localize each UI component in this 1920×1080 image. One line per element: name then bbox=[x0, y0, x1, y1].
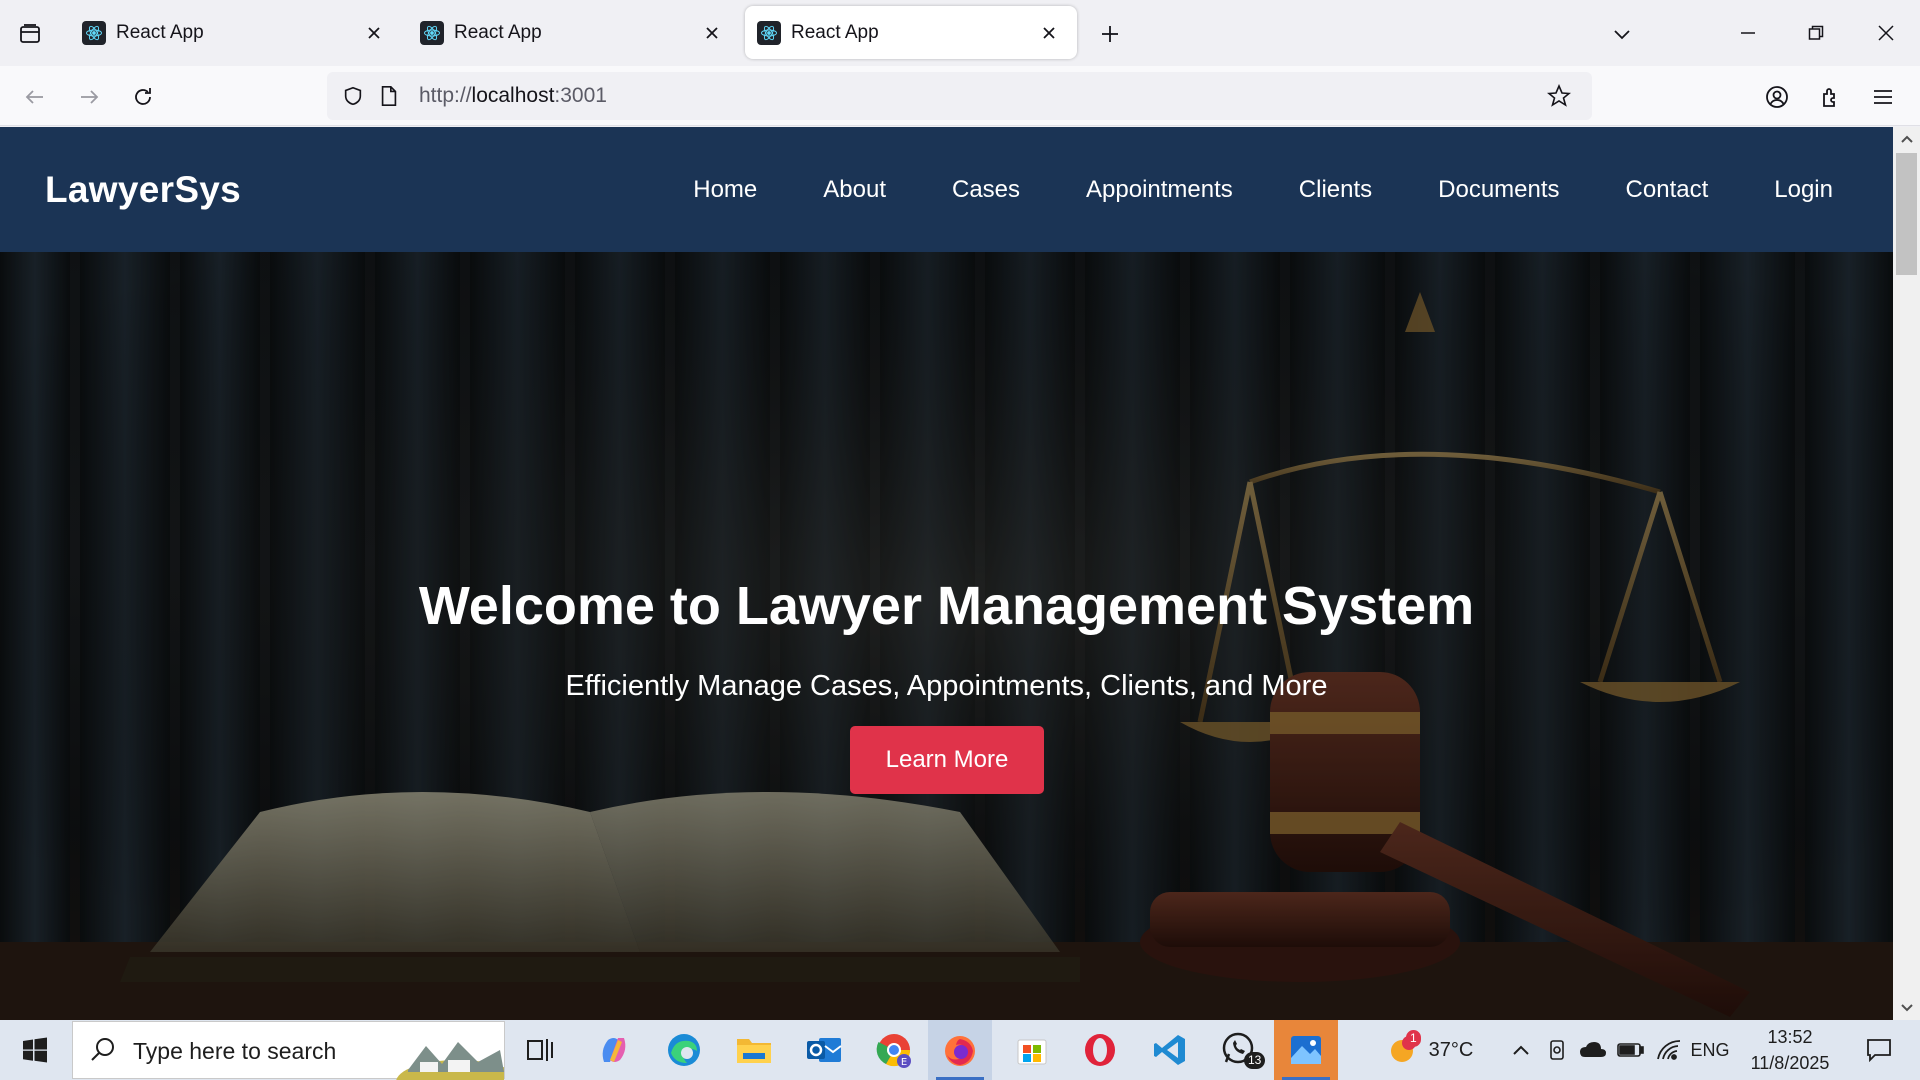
chrome-icon[interactable]: E bbox=[862, 1020, 926, 1080]
menu-item-contact[interactable]: Contact bbox=[1626, 176, 1709, 204]
hero-section: Welcome to Lawyer Management System Effi… bbox=[0, 252, 1893, 1020]
weather-temp: 37°C bbox=[1428, 1038, 1474, 1061]
close-icon[interactable] bbox=[698, 19, 726, 47]
clock-time: 13:52 bbox=[1767, 1027, 1813, 1047]
scroll-down-arrow-icon[interactable] bbox=[1893, 996, 1920, 1020]
photos-app-icon[interactable] bbox=[1274, 1020, 1338, 1080]
whatsapp-icon[interactable]: 13 bbox=[1208, 1020, 1272, 1080]
search-icon bbox=[89, 1036, 119, 1066]
vertical-scrollbar[interactable] bbox=[1893, 127, 1920, 1020]
hero-title: Welcome to Lawyer Management System bbox=[418, 576, 1475, 636]
menu-item-about[interactable]: About bbox=[823, 176, 886, 204]
taskbar-search-input[interactable]: Type here to search bbox=[72, 1021, 505, 1080]
windows-taskbar: Type here to search E 13 1 37°C ENG 13:5… bbox=[0, 1020, 1920, 1080]
forward-arrow-icon[interactable] bbox=[70, 78, 108, 116]
menu-item-appointments[interactable]: Appointments bbox=[1086, 176, 1233, 204]
copilot-icon[interactable] bbox=[582, 1020, 646, 1080]
react-icon bbox=[82, 20, 106, 45]
menu-item-login[interactable]: Login bbox=[1774, 176, 1833, 204]
file-explorer-icon[interactable] bbox=[722, 1020, 786, 1080]
close-icon[interactable] bbox=[360, 19, 388, 47]
chevron-up-icon[interactable] bbox=[1506, 1020, 1536, 1080]
windows-start-icon[interactable] bbox=[0, 1020, 70, 1080]
restore-icon[interactable] bbox=[1788, 10, 1844, 56]
microsoft-store-icon[interactable] bbox=[1000, 1020, 1064, 1080]
back-arrow-icon[interactable] bbox=[16, 78, 54, 116]
tab-list-icon[interactable] bbox=[12, 16, 48, 52]
browser-tab[interactable]: React App bbox=[408, 6, 740, 59]
page-icon[interactable] bbox=[375, 82, 403, 110]
site-menu: Home About Cases Appointments Clients Do… bbox=[627, 127, 1833, 252]
browser-toolbar: http://localhost:3001 bbox=[0, 66, 1920, 126]
react-icon bbox=[420, 20, 444, 45]
search-placeholder: Type here to search bbox=[133, 1038, 337, 1064]
tab-title: React App bbox=[116, 21, 204, 43]
learn-more-button[interactable]: Learn More bbox=[850, 726, 1044, 794]
taskbar-clock[interactable]: 13:52 11/8/2025 bbox=[1740, 1024, 1840, 1076]
site-header: LawyerSys Home About Cases Appointments … bbox=[0, 127, 1893, 252]
close-icon[interactable] bbox=[1035, 19, 1063, 47]
menu-item-cases[interactable]: Cases bbox=[952, 176, 1020, 204]
weather-badge: 1 bbox=[1406, 1030, 1421, 1047]
vscode-icon[interactable] bbox=[1138, 1020, 1202, 1080]
language-indicator[interactable]: ENG bbox=[1688, 1020, 1732, 1080]
opera-icon[interactable] bbox=[1068, 1020, 1132, 1080]
meet-now-icon[interactable] bbox=[1542, 1020, 1572, 1080]
battery-icon[interactable] bbox=[1614, 1020, 1648, 1080]
svg-text:E: E bbox=[901, 1057, 907, 1068]
task-view-icon[interactable] bbox=[508, 1020, 572, 1080]
scroll-up-arrow-icon[interactable] bbox=[1893, 127, 1920, 151]
tab-strip: React App React App React App bbox=[0, 0, 1920, 66]
shield-icon[interactable] bbox=[339, 82, 367, 110]
window-close-icon[interactable] bbox=[1858, 10, 1914, 56]
onedrive-cloud-icon[interactable] bbox=[1576, 1020, 1610, 1080]
hero-subtitle: Efficiently Manage Cases, Appointments, … bbox=[565, 670, 1328, 702]
site-logo[interactable]: LawyerSys bbox=[45, 127, 241, 252]
menu-item-clients[interactable]: Clients bbox=[1299, 176, 1372, 204]
page-viewport: LawyerSys Home About Cases Appointments … bbox=[0, 127, 1893, 1020]
clock-date: 11/8/2025 bbox=[1750, 1053, 1830, 1073]
search-highlight-illustration-icon bbox=[396, 1042, 504, 1080]
tab-title: React App bbox=[454, 21, 542, 43]
notifications-icon[interactable] bbox=[1854, 1020, 1904, 1080]
react-icon bbox=[757, 20, 781, 45]
bookmark-star-icon[interactable] bbox=[1545, 82, 1573, 110]
browser-tab-active[interactable]: React App bbox=[745, 6, 1077, 59]
tab-title: React App bbox=[791, 21, 879, 43]
outlook-icon[interactable] bbox=[792, 1020, 856, 1080]
reload-icon[interactable] bbox=[124, 78, 162, 116]
scroll-thumb[interactable] bbox=[1896, 153, 1917, 275]
account-icon[interactable] bbox=[1758, 78, 1796, 116]
edge-browser-icon[interactable] bbox=[652, 1020, 716, 1080]
minimize-icon[interactable] bbox=[1720, 10, 1776, 56]
wifi-icon[interactable] bbox=[1652, 1020, 1686, 1080]
url-text[interactable]: http://localhost:3001 bbox=[419, 72, 607, 120]
extensions-icon[interactable] bbox=[1812, 78, 1850, 116]
menu-item-home[interactable]: Home bbox=[693, 176, 757, 204]
new-tab-plus-icon[interactable] bbox=[1092, 16, 1128, 52]
whatsapp-badge: 13 bbox=[1244, 1052, 1266, 1069]
firefox-icon[interactable] bbox=[928, 1020, 992, 1080]
browser-tab[interactable]: React App bbox=[70, 6, 402, 59]
weather-widget[interactable]: 1 37°C bbox=[1380, 1020, 1480, 1080]
hamburger-menu-icon[interactable] bbox=[1864, 78, 1902, 116]
menu-item-documents[interactable]: Documents bbox=[1438, 176, 1559, 204]
chevron-down-icon[interactable] bbox=[1604, 16, 1640, 52]
address-bar[interactable]: http://localhost:3001 bbox=[327, 72, 1592, 120]
